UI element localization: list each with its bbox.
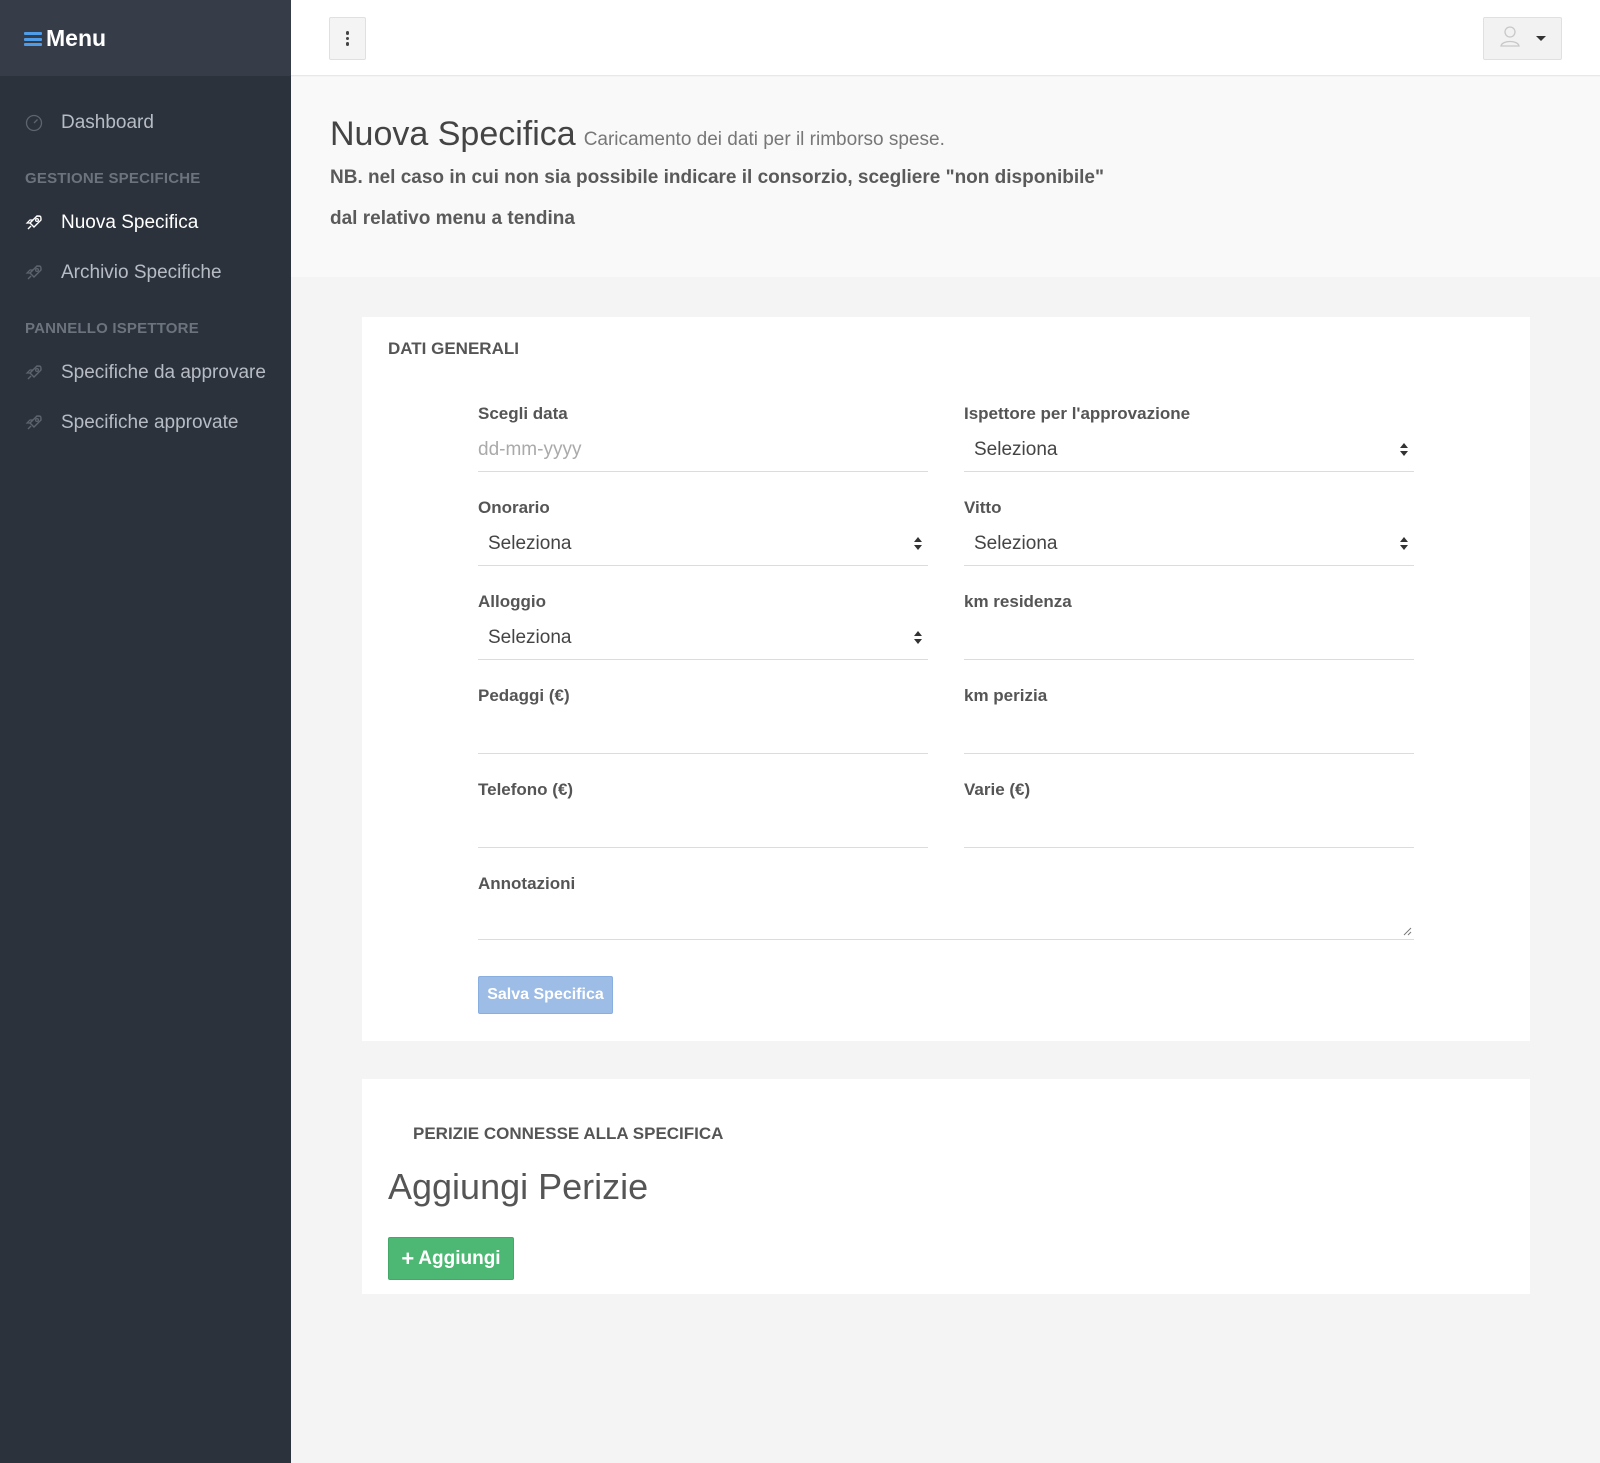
- page-title: Nuova Specifica: [330, 115, 576, 153]
- sidebar-item-label: Specifiche da approvare: [61, 362, 266, 383]
- kebab-menu-button[interactable]: [329, 17, 366, 60]
- field-telefono: Telefono (€): [478, 780, 928, 848]
- dati-generali-panel: DATI GENERALI Scegli data Ispettore per …: [362, 317, 1530, 1041]
- side-nav: Dashboard GESTIONE SPECIFICHE Nuova Spec…: [0, 76, 291, 448]
- telefono-input[interactable]: [478, 804, 928, 847]
- hamburger-icon: [24, 32, 42, 46]
- select-arrows-icon: [914, 537, 922, 550]
- sidebar-item-label: Nuova Specifica: [61, 212, 199, 233]
- section-pannello-ispettore: PANNELLO ISPETTORE: [25, 320, 199, 337]
- input-wrapper: [964, 616, 1414, 660]
- resize-grip-icon[interactable]: [1402, 926, 1412, 936]
- select-value: Seleziona: [974, 438, 1058, 460]
- field-varie: Varie (€): [964, 780, 1414, 848]
- varie-input[interactable]: [964, 804, 1414, 847]
- aggiungi-perizie-heading: Aggiungi Perizie: [388, 1166, 649, 1207]
- sidebar-item-nuova-specifica[interactable]: Nuova Specifica: [0, 198, 291, 248]
- select-value: Seleziona: [488, 626, 572, 648]
- annotazioni-textarea[interactable]: [478, 898, 1414, 940]
- select-value: Seleziona: [488, 532, 572, 554]
- rocket-icon: [24, 263, 44, 283]
- field-pedaggi: Pedaggi (€): [478, 686, 928, 754]
- user-menu-button[interactable]: [1483, 17, 1562, 60]
- sidebar-item-label: Specifiche approvate: [61, 412, 239, 433]
- date-input-wrapper: [478, 428, 928, 472]
- input-wrapper: [964, 804, 1414, 848]
- pedaggi-input[interactable]: [478, 710, 928, 753]
- field-label: Annotazioni: [478, 874, 576, 893]
- menu-title: Menu: [46, 24, 107, 51]
- alloggio-select[interactable]: Seleziona: [478, 616, 928, 660]
- select-arrows-icon: [1400, 443, 1408, 456]
- field-scegli-data: Scegli data: [478, 404, 928, 472]
- rocket-icon: [24, 213, 44, 233]
- ispettore-select[interactable]: Seleziona: [964, 428, 1414, 472]
- sidebar-item-label: Dashboard: [61, 112, 154, 133]
- field-label: Varie (€): [964, 780, 1031, 799]
- field-onorario: Onorario Seleziona: [478, 498, 928, 566]
- select-arrows-icon: [914, 631, 922, 644]
- sidebar: Menu Dashboard GESTIONE SPECIFICHE Nuova…: [0, 0, 291, 1463]
- field-label: Pedaggi (€): [478, 686, 570, 705]
- aggiungi-label: Aggiungi: [418, 1247, 501, 1269]
- rocket-icon: [24, 413, 44, 433]
- field-ispettore: Ispettore per l'approvazione Seleziona: [964, 404, 1414, 472]
- input-wrapper: [964, 710, 1414, 754]
- field-alloggio: Alloggio Seleziona: [478, 592, 928, 660]
- sidebar-header[interactable]: Menu: [0, 0, 291, 76]
- km-perizia-input[interactable]: [964, 710, 1414, 753]
- field-label: Onorario: [478, 498, 550, 517]
- sidebar-item-label: Archivio Specifiche: [61, 262, 222, 283]
- kebab-vertical-icon: [345, 31, 350, 35]
- page-subtitle: Caricamento dei dati per il rimborso spe…: [583, 129, 945, 150]
- panel-title: DATI GENERALI: [388, 339, 519, 358]
- field-annotazioni: Annotazioni: [478, 874, 1414, 940]
- date-input[interactable]: [478, 428, 928, 471]
- user-icon: [1499, 25, 1520, 52]
- km-residenza-input[interactable]: [964, 616, 1414, 659]
- field-label: Alloggio: [478, 592, 546, 611]
- field-label: Ispettore per l'approvazione: [964, 404, 1191, 423]
- field-km-residenza: km residenza: [964, 592, 1414, 660]
- field-km-perizia: km perizia: [964, 686, 1414, 754]
- page-note: NB. nel caso in cui non sia possibile in…: [330, 167, 1104, 229]
- plus-icon: +: [401, 1245, 415, 1271]
- dashboard-icon: [24, 113, 44, 133]
- select-arrows-icon: [1400, 537, 1408, 550]
- sidebar-item-archivio-specifiche[interactable]: Archivio Specifiche: [0, 248, 291, 298]
- sidebar-item-dashboard[interactable]: Dashboard: [0, 98, 291, 148]
- salva-specifica-button[interactable]: Salva Specifica: [478, 976, 613, 1014]
- field-label: Telefono (€): [478, 780, 574, 799]
- field-label: km residenza: [964, 592, 1072, 611]
- field-label: Vitto: [964, 498, 1002, 517]
- field-label: Scegli data: [478, 404, 568, 423]
- rocket-icon: [24, 363, 44, 383]
- page-header: Nuova Specifica Caricamento dei dati per…: [291, 77, 1600, 277]
- panel-title: PERIZIE CONNESSE ALLA SPECIFICA: [413, 1124, 724, 1143]
- select-value: Seleziona: [974, 532, 1058, 554]
- section-gestione-specifiche: GESTIONE SPECIFICHE: [25, 170, 201, 187]
- onorario-select[interactable]: Seleziona: [478, 522, 928, 566]
- input-wrapper: [478, 710, 928, 754]
- field-vitto: Vitto Seleziona: [964, 498, 1414, 566]
- vitto-select[interactable]: Seleziona: [964, 522, 1414, 566]
- aggiungi-button[interactable]: + Aggiungi: [388, 1237, 514, 1280]
- input-wrapper: [478, 804, 928, 848]
- perizie-panel: PERIZIE CONNESSE ALLA SPECIFICA Aggiungi…: [362, 1079, 1530, 1294]
- sidebar-item-specifiche-approvate[interactable]: Specifiche approvate: [0, 398, 291, 448]
- field-label: km perizia: [964, 686, 1048, 705]
- topbar: [291, 0, 1600, 76]
- sidebar-item-specifiche-da-approvare[interactable]: Specifiche da approvare: [0, 348, 291, 398]
- caret-down-icon: [1535, 36, 1546, 41]
